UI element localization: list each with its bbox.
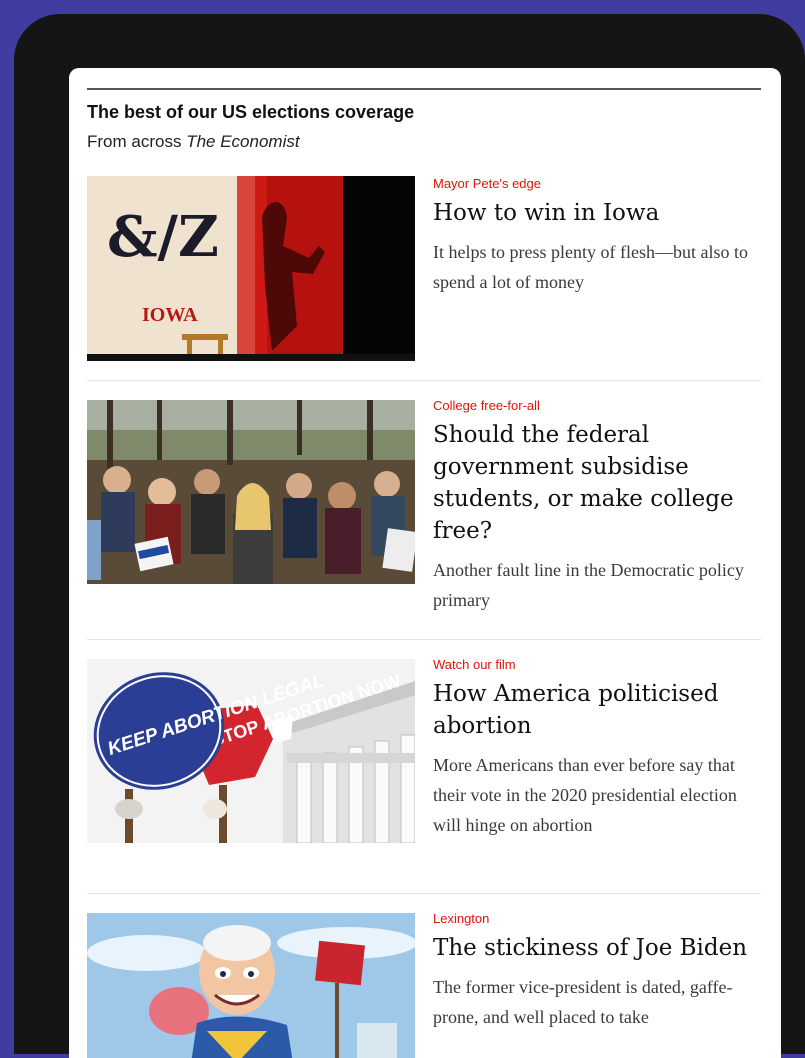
iowa-banner-text: IOWA	[142, 304, 198, 326]
article-image-abortion[interactable]: STOP ABORTION NOW KEEP ABORTION LEGAL	[87, 659, 415, 843]
article-headline[interactable]: The stickiness of Joe Biden	[433, 932, 763, 964]
article-headline[interactable]: How America politicised abortion	[433, 678, 763, 742]
tablet-frame: The best of our US elections coverage Fr…	[14, 14, 805, 1058]
screen: The best of our US elections coverage Fr…	[69, 68, 781, 1058]
section-subtitle-prefix: From across	[87, 132, 187, 151]
section-title: The best of our US elections coverage	[87, 102, 415, 122]
article-text-college: College free-for-all Should the federal …	[433, 398, 763, 615]
article-card-college[interactable]: College free-for-all Should the federal …	[87, 398, 761, 628]
article-description: The former vice-president is dated, gaff…	[433, 977, 733, 1027]
article-description: More Americans than ever before say that…	[433, 755, 737, 835]
article-headline[interactable]: Should the federal government subsidise …	[433, 419, 763, 547]
article-text-biden: Lexington The stickiness of Joe Biden Th…	[433, 911, 763, 1032]
section-subtitle-brand: The Economist	[186, 132, 300, 151]
article-description: Another fault line in the Democratic pol…	[433, 560, 744, 610]
article-divider	[87, 639, 761, 640]
article-image-iowa[interactable]: &/Z IOWA	[87, 176, 415, 361]
article-card-biden[interactable]: Lexington The stickiness of Joe Biden Th…	[87, 911, 761, 1058]
article-text-iowa: Mayor Pete's edge How to win in Iowa It …	[433, 176, 763, 297]
article-kicker[interactable]: Watch our film	[433, 657, 763, 672]
article-kicker[interactable]: Mayor Pete's edge	[433, 176, 763, 191]
article-kicker[interactable]: Lexington	[433, 911, 763, 926]
article-image-college[interactable]	[87, 400, 415, 584]
article-card-abortion[interactable]: STOP ABORTION NOW KEEP ABORTION LEGAL Wa…	[87, 657, 761, 897]
article-kicker[interactable]: College free-for-all	[433, 398, 763, 413]
article-divider	[87, 380, 761, 381]
article-description: It helps to press plenty of flesh—but al…	[433, 242, 748, 292]
article-card-iowa[interactable]: &/Z IOWA Mayor Pete's edge How to win in…	[87, 176, 761, 362]
article-divider	[87, 893, 761, 894]
article-headline[interactable]: How to win in Iowa	[433, 197, 763, 229]
article-text-abortion: Watch our film How America politicised a…	[433, 657, 763, 840]
iowa-sign-text: &/Z	[107, 204, 219, 270]
article-image-biden[interactable]	[87, 913, 415, 1058]
section-subtitle: From across The Economist	[87, 132, 300, 152]
section-top-rule	[87, 88, 761, 90]
